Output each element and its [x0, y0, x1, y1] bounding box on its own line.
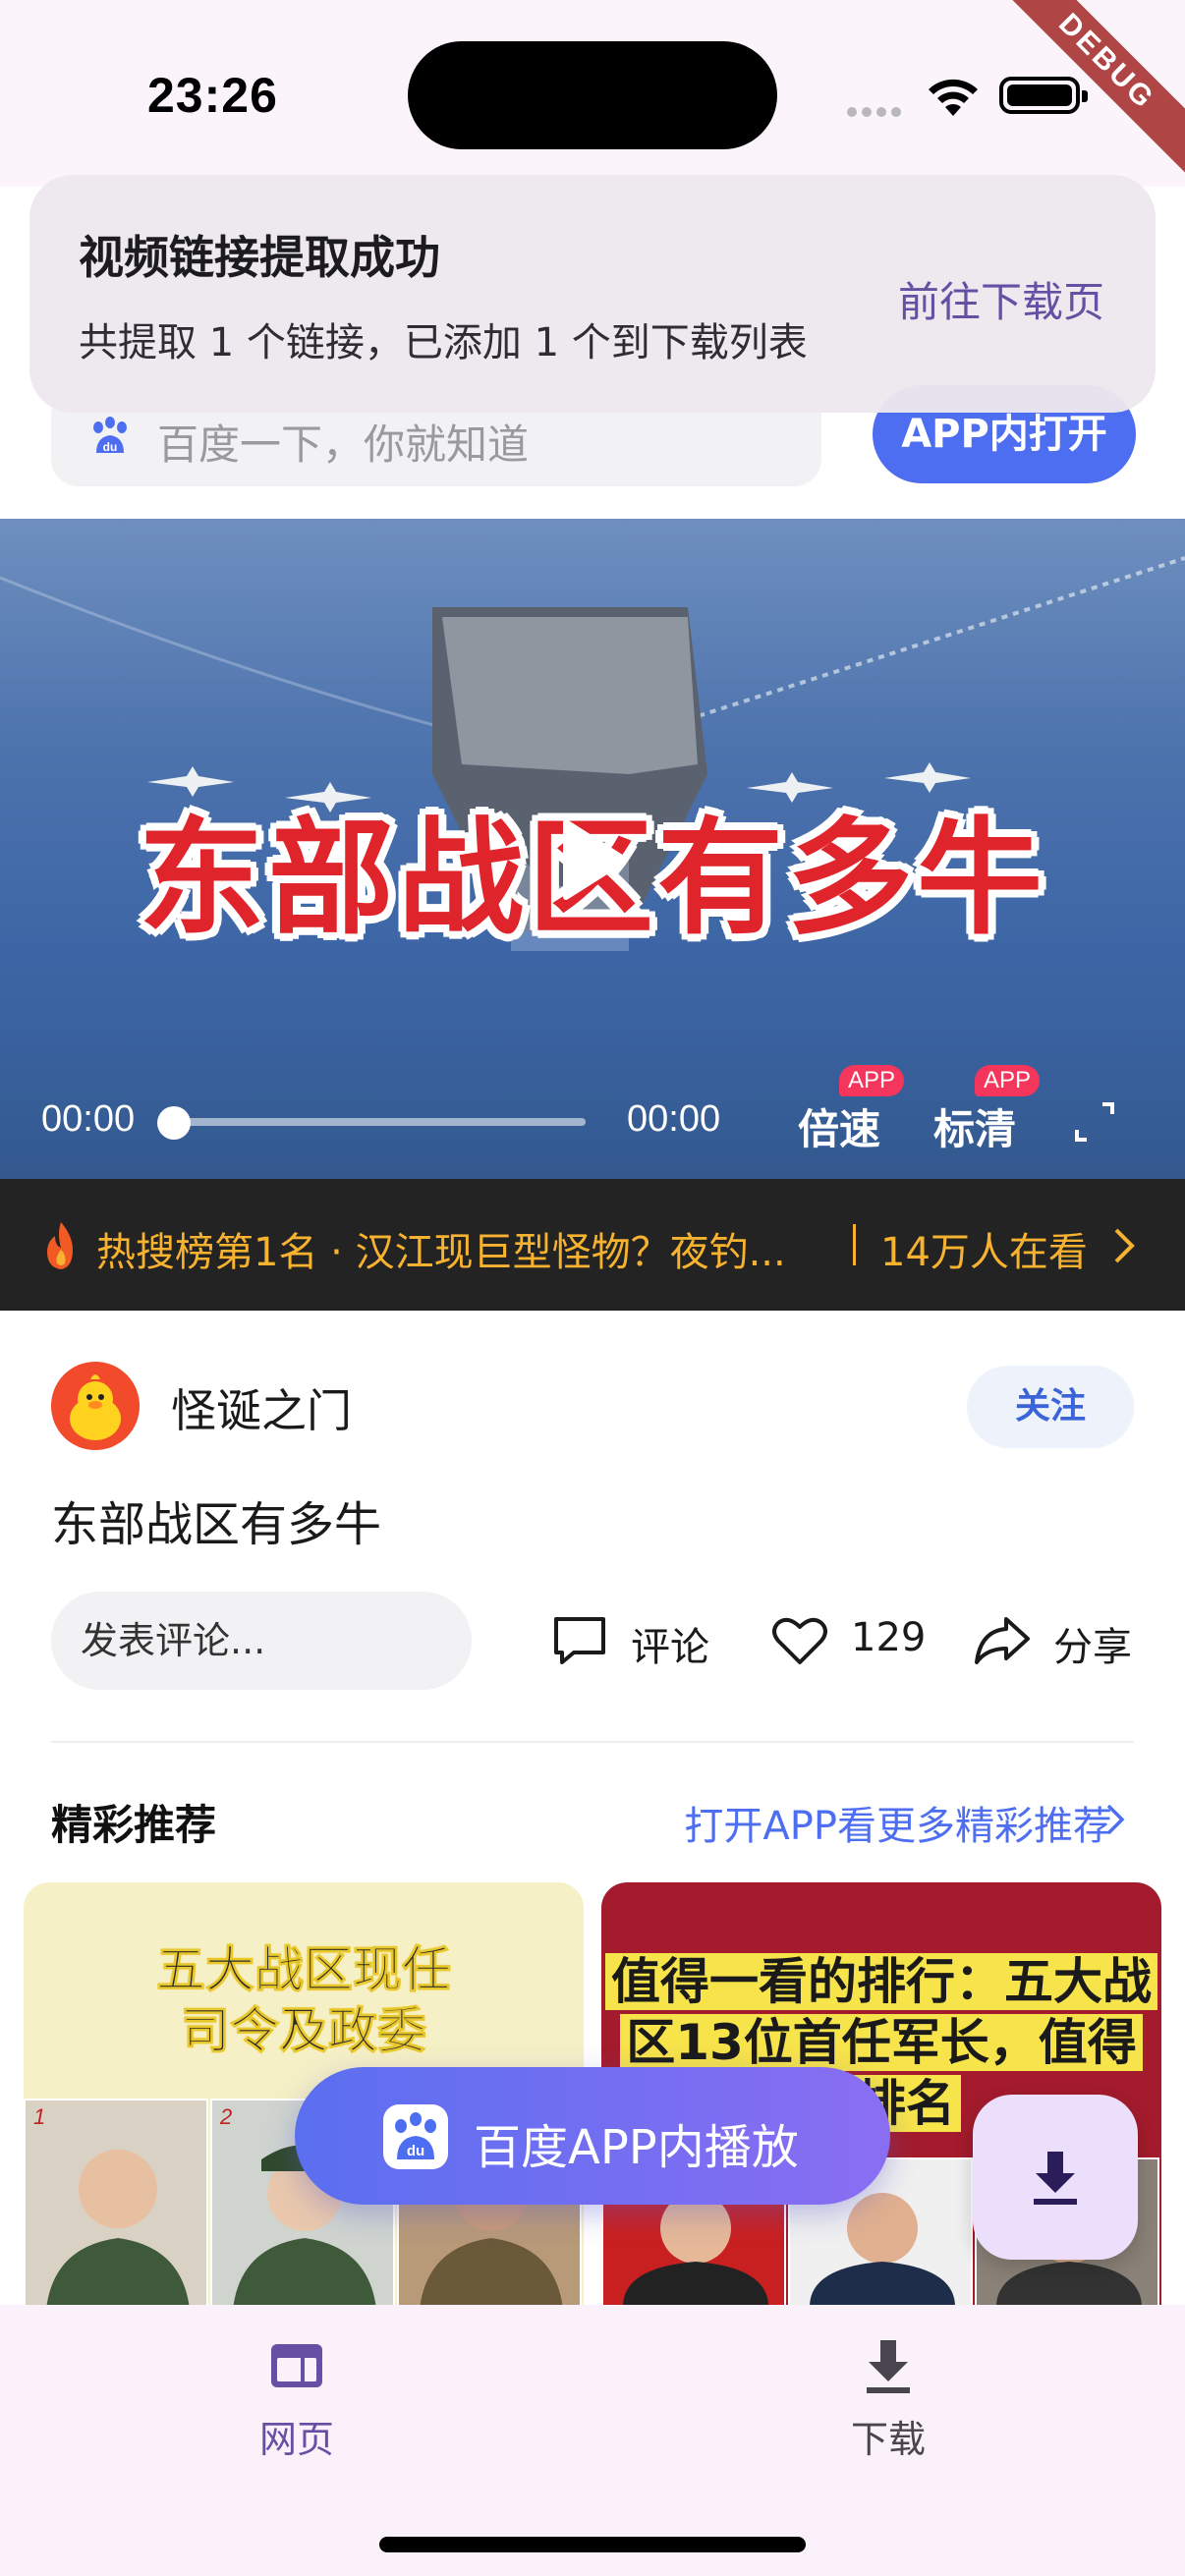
home-indicator [379, 2537, 806, 2552]
svg-text:du: du [103, 440, 118, 454]
open-app-more-link[interactable]: 打开APP看更多精彩推荐 [684, 1794, 1112, 1851]
author-avatar[interactable] [51, 1362, 140, 1450]
app-badge: APP [975, 1065, 1040, 1096]
comment-input[interactable]: 发表评论... [51, 1592, 472, 1690]
recommend-title: 精彩推荐 [51, 1801, 217, 1849]
status-time: 23:26 [147, 68, 278, 123]
comment-label[interactable]: 评论 [631, 1615, 709, 1672]
play-icon[interactable] [560, 818, 629, 901]
fullscreen-icon[interactable] [1073, 1100, 1116, 1144]
play-in-baidu-app-button[interactable]: du 百度APP内播放 [295, 2067, 890, 2205]
chevron-right-icon [1114, 1228, 1135, 1263]
like-icon[interactable] [768, 1609, 831, 1672]
seek-knob[interactable] [157, 1106, 191, 1140]
download-icon [1034, 2152, 1077, 2205]
dynamic-island [408, 41, 777, 149]
video-title: 东部战区有多牛 [51, 1497, 382, 1552]
quality-button[interactable]: 标清 [933, 1096, 1016, 1156]
search-placeholder: 百度一下，你就知道 [157, 420, 530, 469]
svg-text:1: 1 [33, 2104, 45, 2129]
divider [51, 1741, 1134, 1743]
hot-divider [853, 1224, 856, 1265]
download-icon [867, 2340, 910, 2393]
play-in-app-label: 百度APP内播放 [474, 2120, 799, 2175]
viewer-count: 14万人在看 [880, 1230, 1088, 1275]
baidu-paw-icon: du [93, 417, 127, 454]
web-page-icon [271, 2344, 322, 2387]
chevron-right-icon [1106, 1804, 1125, 1835]
nav-web-label: 网页 [258, 2418, 334, 2461]
comment-icon[interactable] [548, 1609, 611, 1672]
like-count[interactable]: 129 [851, 1615, 926, 1660]
toast-message: 共提取 1 个链接，已添加 1 个到下载列表 [79, 320, 808, 365]
app-badge: APP [839, 1065, 904, 1096]
cellular-signal-icon [847, 102, 906, 121]
nav-tab-download[interactable]: 下载 [741, 2334, 1036, 2463]
current-time: 00:00 [41, 1098, 136, 1140]
nav-tab-web[interactable]: 网页 [149, 2334, 444, 2463]
nav-download-label: 下载 [850, 2418, 926, 2461]
wifi-icon [929, 79, 978, 116]
seek-bar[interactable] [175, 1118, 586, 1126]
video-player[interactable]: 东部战区有多牛 00:00 00:00 APP 倍速 APP 标清 [0, 519, 1185, 1179]
share-label[interactable]: 分享 [1053, 1615, 1132, 1672]
flame-icon [47, 1222, 73, 1269]
battery-icon [999, 77, 1088, 114]
card-caption: 五大战区现任 司令及政委 [156, 1941, 452, 2060]
speed-button[interactable]: 倍速 [798, 1096, 880, 1156]
author-name[interactable]: 怪诞之门 [171, 1375, 352, 1440]
baidu-app-icon: du [383, 2104, 448, 2169]
bottom-navigation: 网页 下载 [0, 2305, 1185, 2576]
hot-search-text: 热搜榜第1名 · 汉江现巨型怪物？夜钓... [96, 1230, 786, 1275]
hot-search-bar[interactable]: 热搜榜第1名 · 汉江现巨型怪物？夜钓... 14万人在看 [0, 1179, 1185, 1311]
go-to-downloads-button[interactable]: 前往下载页 [898, 269, 1104, 329]
follow-button[interactable]: 关注 [967, 1366, 1134, 1448]
status-bar: 23:26 DEBUG [0, 0, 1185, 187]
extract-success-toast: 视频链接提取成功 共提取 1 个链接，已添加 1 个到下载列表 前往下载页 [29, 175, 1156, 413]
download-fab[interactable] [973, 2095, 1138, 2260]
svg-text:2: 2 [219, 2104, 232, 2129]
duration: 00:00 [627, 1098, 721, 1140]
card-thumbnail: 1 [24, 2099, 208, 2305]
share-icon[interactable] [971, 1609, 1034, 1672]
toast-title: 视频链接提取成功 [79, 231, 440, 284]
svg-text:du: du [407, 2143, 424, 2159]
